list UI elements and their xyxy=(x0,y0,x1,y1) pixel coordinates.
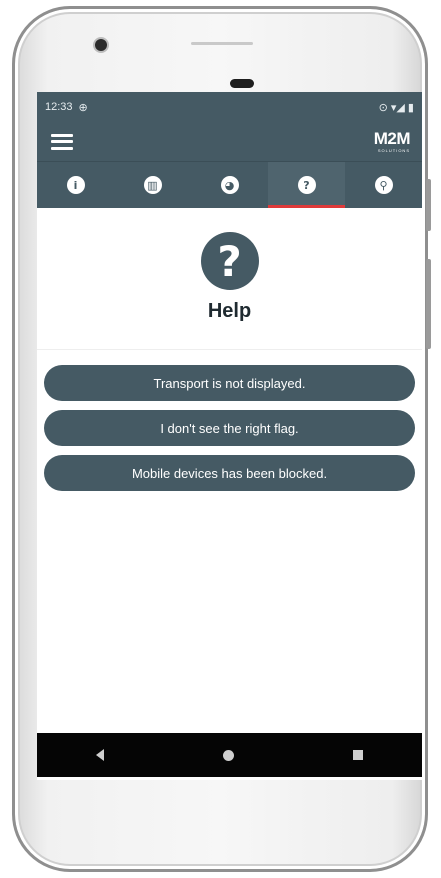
status-bar: 12:33 ⊕ ⊙ ▾◢ ▮ xyxy=(37,92,422,122)
tab-map[interactable]: ▥ xyxy=(114,162,191,208)
power-button xyxy=(426,179,431,231)
sync-icon: ⊕ xyxy=(78,101,88,114)
logo-text: M2M xyxy=(373,129,411,148)
status-time: 12:33 xyxy=(45,101,73,113)
tab-search[interactable]: ⚲ xyxy=(345,162,422,208)
front-camera xyxy=(95,39,107,51)
status-icons: ⊙ ▾◢ ▮ xyxy=(378,101,414,114)
help-icon: ? xyxy=(297,176,316,194)
page-title: Help xyxy=(207,300,252,322)
help-topic-button[interactable]: I don't see the right flag. xyxy=(44,410,415,446)
logo-subtitle: SOLUTIONS xyxy=(377,148,410,153)
search-icon: ⚲ xyxy=(374,176,393,194)
globe-icon: ◕ xyxy=(220,176,239,194)
hamburger-icon[interactable] xyxy=(51,133,73,150)
android-nav-bar xyxy=(37,733,422,777)
home-icon[interactable] xyxy=(222,749,234,761)
help-header: ? Help xyxy=(37,208,422,350)
app-logo: M2M SOLUTIONS xyxy=(373,129,411,153)
info-icon: i xyxy=(66,176,85,194)
tab-globe[interactable]: ◕ xyxy=(191,162,268,208)
map-icon: ▥ xyxy=(143,176,162,194)
earpiece-speaker xyxy=(230,79,254,88)
phone-screen: 12:33 ⊕ ⊙ ▾◢ ▮ M2M SOLUTIONS i ▥ ◕? ⚲ ? Hel… xyxy=(37,92,422,780)
app-bar: M2M SOLUTIONS xyxy=(37,122,422,162)
tab-help[interactable]: ? xyxy=(268,162,345,208)
help-topic-button[interactable]: Transport is not displayed. xyxy=(44,365,415,401)
help-topic-button[interactable]: Mobile devices has been blocked. xyxy=(44,455,415,491)
help-icon: ? xyxy=(200,232,259,290)
tab-bar: i ▥ ◕? ⚲ xyxy=(37,162,422,208)
back-icon[interactable] xyxy=(96,749,105,761)
volume-button xyxy=(426,259,431,349)
tab-info[interactable]: i xyxy=(37,162,114,208)
help-glyph: ? xyxy=(217,236,242,286)
sensor-strip xyxy=(191,42,253,45)
recents-icon[interactable] xyxy=(352,750,363,760)
help-topics-list: Transport is not displayed. I don't see t… xyxy=(37,350,422,491)
